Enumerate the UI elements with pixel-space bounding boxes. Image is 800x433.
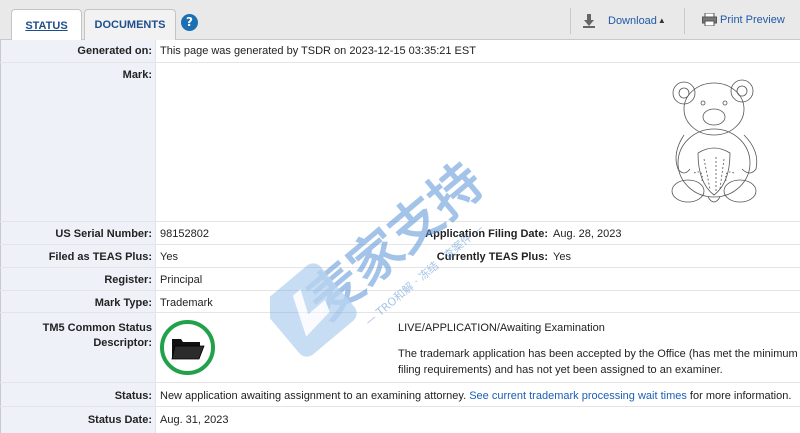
tab-documents-label: DOCUMENTS [94,19,166,31]
status-suffix: for more information. [689,390,792,402]
row-serial: US Serial Number: 98152802 Application F… [0,221,800,244]
teas-plus-label: Filed as TEAS Plus: [48,251,152,263]
help-icon[interactable]: ? [181,14,198,31]
teas-plus-value: Yes [160,251,178,263]
mark-label: Mark: [122,69,152,81]
filing-date-label: Application Filing Date: [425,228,548,240]
print-preview-label: Print Preview [720,13,785,26]
tm5-status-title: LIVE/APPLICATION/Awaiting Examination [398,322,605,334]
row-status-date: Status Date: Aug. 31, 2023 [0,406,800,433]
status-content: Generated on: This page was generated by… [0,40,800,433]
currently-teas-value: Yes [553,251,571,263]
tm5-label-line1: TM5 Common Status [42,322,152,334]
mark-image-teddy-bear [671,79,758,203]
status-date-value: Aug. 31, 2023 [160,414,229,426]
register-value: Principal [160,274,203,286]
status-date-label: Status Date: [87,414,152,426]
row-register: Register: Principal [0,267,800,290]
folder-open-icon [171,339,205,360]
row-tm5: TM5 Common Status Descriptor: LIVE/APPLI… [0,312,800,382]
mark-type-value: Trademark [160,297,213,309]
tab-status[interactable]: STATUS [11,9,82,41]
generated-on-label: Generated on: [77,45,152,57]
row-mark-type: Mark Type: Trademark [0,290,800,312]
mark-type-label: Mark Type: [94,297,152,309]
download-button[interactable]: Download ▲ [582,13,666,28]
tm5-description-line1: The trademark application has been accep… [398,348,798,360]
currently-teas-label: Currently TEAS Plus: [436,251,548,263]
row-status: Status: New application awaiting assignm… [0,382,800,406]
filing-date-value: Aug. 28, 2023 [553,228,622,240]
row-teas-plus: Filed as TEAS Plus: Yes Currently TEAS P… [0,244,800,267]
generated-on-value: This page was generated by TSDR on 2023-… [160,45,476,57]
print-preview-button[interactable]: Print Preview [702,13,785,26]
status-value: New application awaiting assignment to a… [160,390,467,402]
status-label: Status: [114,390,152,402]
caret-up-icon: ▲ [657,16,666,25]
download-label: Download [608,14,657,27]
tab-documents[interactable]: DOCUMENTS [84,9,176,40]
tab-status-label: STATUS [25,19,68,32]
serial-label: US Serial Number: [55,228,152,240]
row-mark: Mark: [0,62,800,221]
status-value-text: New application awaiting assignment to a… [160,390,791,402]
toolbar-separator [570,8,571,34]
wait-times-link[interactable]: See current trademark processing wait ti… [469,390,687,402]
serial-value: 98152802 [160,228,209,240]
download-icon [583,14,595,28]
toolbar-separator [684,8,685,34]
tab-bar: STATUS DOCUMENTS ? Download ▲ Print Prev… [0,0,800,41]
tm5-label-line2: Descriptor: [93,337,152,349]
row-generated-on: Generated on: This page was generated by… [0,40,800,62]
printer-icon [702,13,717,26]
tm5-description-line2: filing requirements) and has not yet bee… [398,364,723,376]
register-label: Register: [104,274,152,286]
tm5-status-circle [160,320,215,375]
